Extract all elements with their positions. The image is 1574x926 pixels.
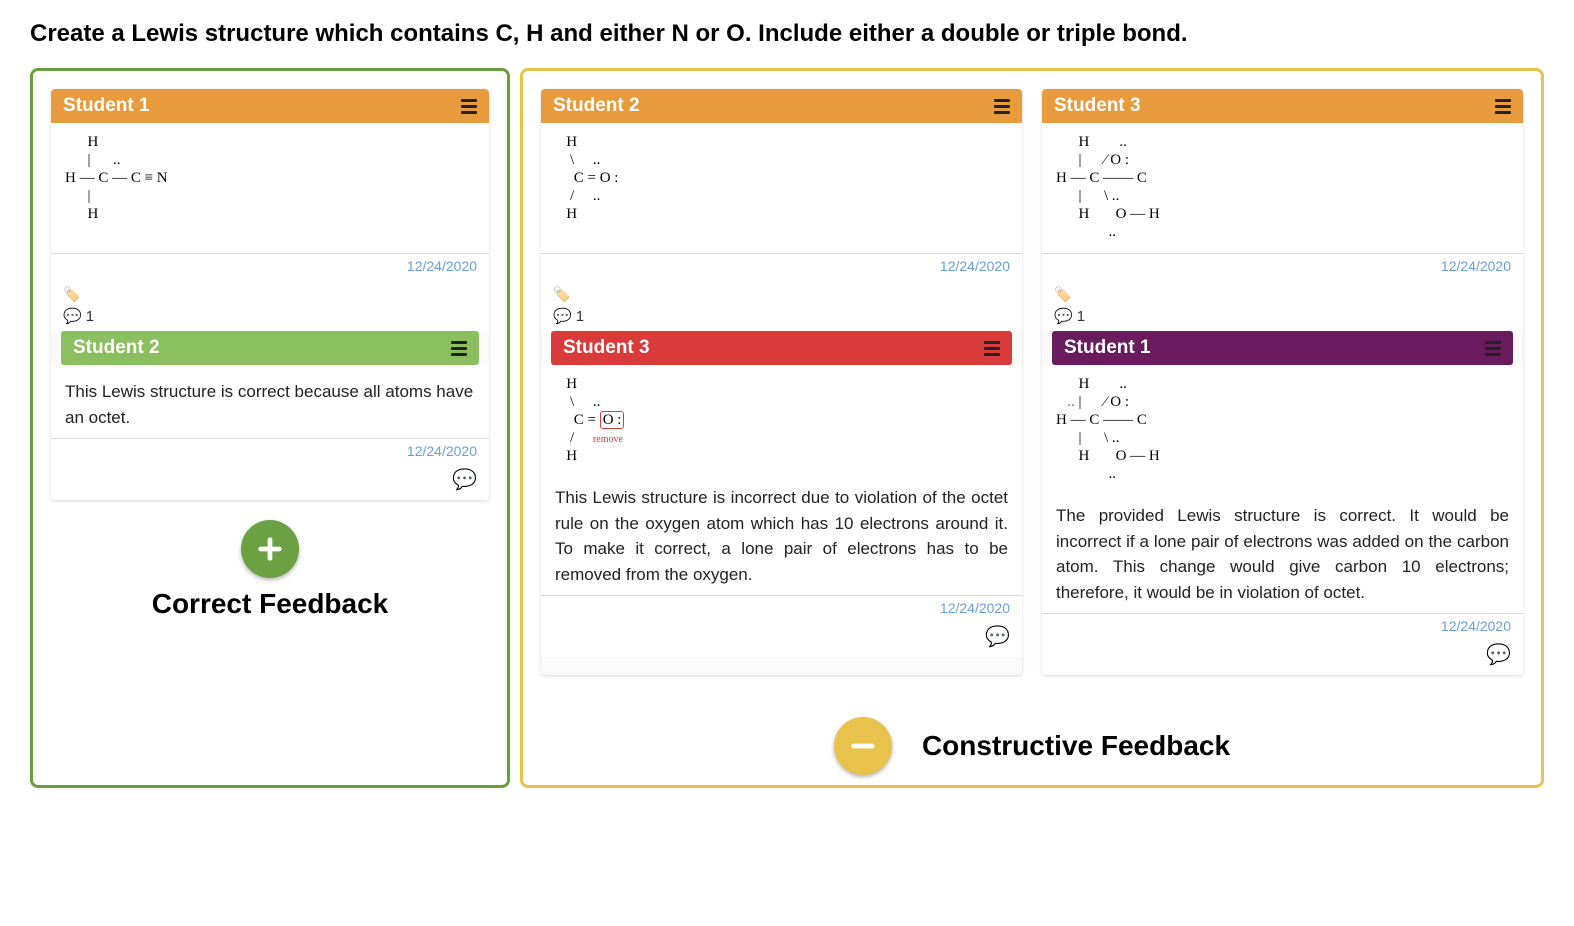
tag-icon[interactable]: 🏷️ bbox=[553, 286, 1010, 303]
comment-count-row[interactable]: 💬 1 bbox=[553, 307, 1010, 325]
feedback-header: Student 3 bbox=[551, 331, 1012, 365]
feedback-author: Student 2 bbox=[73, 337, 160, 359]
feedback-structure: H .. .. | ⁄ O : H — C —— C | \ .. H O — … bbox=[1042, 365, 1523, 489]
comment-count-row[interactable]: 💬 1 bbox=[63, 307, 477, 325]
date-footer: 12/24/2020 bbox=[541, 253, 1022, 282]
date-footer: 12/24/2020 bbox=[51, 253, 489, 282]
tag-icon[interactable]: 🏷️ bbox=[1054, 286, 1511, 303]
student1-post-card: Student 1 H | .. H — C — C ≡ N | H 12/24… bbox=[51, 89, 489, 500]
constructive-feedback-label: Constructive Feedback bbox=[922, 730, 1230, 762]
menu-icon[interactable] bbox=[461, 99, 477, 114]
speech-bubble-icon[interactable]: 💬 bbox=[51, 467, 489, 500]
lewis-structure: H .. | ⁄ O : H — C —— C | \ .. H O — H .… bbox=[1042, 123, 1523, 253]
lewis-diagram: H \ .. C = O : / .. H bbox=[555, 133, 1008, 223]
card-meta: 🏷️ 💬 1 bbox=[541, 282, 1022, 331]
menu-icon[interactable] bbox=[994, 99, 1010, 114]
lewis-diagram: H .. | ⁄ O : H — C —— C | \ .. H O — H .… bbox=[1056, 133, 1509, 241]
plus-button[interactable] bbox=[241, 520, 299, 578]
lewis-diagram-annotated: H .. .. | ⁄ O : H — C —— C | \ .. H O — … bbox=[1056, 375, 1509, 483]
student3-post-card: Student 3 H .. | ⁄ O : H — C —— C | \ ..… bbox=[1042, 89, 1523, 675]
menu-icon[interactable] bbox=[984, 341, 1000, 356]
feedback-date: 12/24/2020 bbox=[1042, 613, 1523, 642]
card-header: Student 3 bbox=[1042, 89, 1523, 123]
menu-icon[interactable] bbox=[1495, 99, 1511, 114]
correct-feedback-panel: Student 1 H | .. H — C — C ≡ N | H 12/24… bbox=[30, 68, 510, 788]
card-header: Student 2 bbox=[541, 89, 1022, 123]
feedback-text: This Lewis structure is correct because … bbox=[51, 365, 489, 438]
assignment-prompt: Create a Lewis structure which contains … bbox=[30, 20, 1544, 48]
comment-count: 1 bbox=[576, 308, 584, 325]
comment-count: 1 bbox=[1077, 308, 1085, 325]
feedback-date: 12/24/2020 bbox=[541, 595, 1022, 624]
feedback-author: Student 3 bbox=[563, 337, 650, 359]
menu-icon[interactable] bbox=[1485, 341, 1501, 356]
tag-icon[interactable]: 🏷️ bbox=[63, 286, 477, 303]
card-meta: 🏷️ 💬 1 bbox=[1042, 282, 1523, 331]
speech-bubble-icon[interactable]: 💬 bbox=[541, 624, 1022, 657]
constructive-feedback-panel: Student 2 H \ .. C = O : / .. H 12/24/20… bbox=[520, 68, 1544, 788]
minus-button[interactable] bbox=[834, 717, 892, 775]
student-name: Student 3 bbox=[1054, 95, 1141, 117]
feedback-header: Student 1 bbox=[1052, 331, 1513, 365]
lewis-structure: H \ .. C = O : / .. H bbox=[541, 123, 1022, 253]
comment-bubble-icon: 💬 bbox=[63, 307, 82, 325]
lewis-diagram-annotated: H \ .. C = O : / remove H bbox=[555, 375, 1008, 465]
feedback-author: Student 1 bbox=[1064, 337, 1151, 359]
correct-feedback-label: Correct Feedback bbox=[51, 588, 489, 620]
student-name: Student 1 bbox=[63, 95, 150, 117]
menu-icon[interactable] bbox=[451, 341, 467, 356]
date-footer: 12/24/2020 bbox=[1042, 253, 1523, 282]
feedback-structure: H \ .. C = O : / remove H bbox=[541, 365, 1022, 471]
speech-bubble-icon[interactable]: 💬 bbox=[1042, 642, 1523, 675]
lewis-structure: H | .. H — C — C ≡ N | H bbox=[51, 123, 489, 253]
feedback-text: The provided Lewis structure is correct.… bbox=[1042, 489, 1523, 613]
feedback-columns: Student 1 H | .. H — C — C ≡ N | H 12/24… bbox=[30, 68, 1544, 788]
card-meta: 🏷️ 💬 1 bbox=[51, 282, 489, 331]
student-name: Student 2 bbox=[553, 95, 640, 117]
feedback-text: This Lewis structure is incorrect due to… bbox=[541, 471, 1022, 595]
comment-count: 1 bbox=[86, 308, 94, 325]
student2-post-card: Student 2 H \ .. C = O : / .. H 12/24/20… bbox=[541, 89, 1022, 675]
comment-bubble-icon: 💬 bbox=[1054, 307, 1073, 325]
comment-bubble-icon: 💬 bbox=[553, 307, 572, 325]
feedback-header: Student 2 bbox=[61, 331, 479, 365]
card-header: Student 1 bbox=[51, 89, 489, 123]
constructive-label-row: Constructive Feedback bbox=[523, 717, 1541, 775]
comment-count-row[interactable]: 💬 1 bbox=[1054, 307, 1511, 325]
feedback-date: 12/24/2020 bbox=[51, 438, 489, 467]
lewis-diagram: H | .. H — C — C ≡ N | H bbox=[65, 133, 475, 223]
